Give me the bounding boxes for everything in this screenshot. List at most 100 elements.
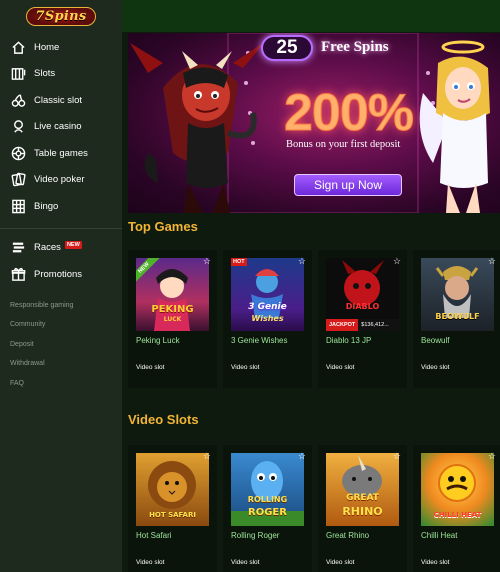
game-type: Video slot (326, 364, 355, 371)
favorite-star-icon[interactable]: ☆ (393, 256, 401, 267)
new-badge: NEW (64, 240, 82, 249)
link-community[interactable]: Community (0, 315, 122, 335)
nav-item-label: Home (34, 41, 60, 53)
game-thumbnail: PEKING LUCK NEW (136, 258, 209, 331)
favorite-star-icon[interactable]: ☆ (203, 451, 211, 462)
footer-links: Responsible gaming Community Deposit Wit… (0, 296, 122, 394)
game-type: Video slot (136, 559, 165, 566)
nav-item-bingo[interactable]: Bingo (0, 193, 122, 220)
nav-item-label: Classic slot (34, 94, 83, 106)
game-card[interactable]: CHILLI HEAT ☆ Chilli Heat Video slot (413, 445, 500, 572)
link-responsible-gaming[interactable]: Responsible gaming (0, 296, 122, 316)
link-deposit[interactable]: Deposit (0, 335, 122, 355)
promo-banner[interactable]: 25 Free Spins 200% Bonus on your first d… (128, 33, 500, 213)
game-type: Video slot (326, 559, 355, 566)
nav-item-live-casino[interactable]: Live casino (0, 114, 122, 141)
thumb-title: GREAT (346, 493, 379, 503)
secondary-nav: Races NEW Promotions (0, 235, 122, 288)
thumb-title: DIABLO (345, 302, 380, 311)
signup-button[interactable]: Sign up Now (294, 174, 402, 196)
favorite-star-icon[interactable]: ☆ (298, 451, 306, 462)
nav-item-label: Video poker (34, 174, 85, 186)
jackpot-bar: JACKPOT $136,412... (326, 319, 399, 331)
link-faq[interactable]: FAQ (0, 374, 122, 394)
home-icon (10, 39, 26, 55)
game-thumbnail: ROLLING ROGER (231, 453, 304, 526)
nav-item-label: Live casino (34, 121, 82, 133)
thumb-title: BEOWULF (435, 312, 480, 321)
favorite-star-icon[interactable]: ☆ (488, 451, 496, 462)
game-thumbnail: BEOWULF (421, 258, 494, 331)
game-title: Great Rhino (326, 531, 370, 540)
nav-item-promotions[interactable]: Promotions (0, 261, 122, 288)
bingo-card-icon (10, 198, 26, 214)
game-type: Video slot (421, 559, 450, 566)
jackpot-label: JACKPOT (326, 319, 359, 331)
free-spins-count: 25 (261, 35, 313, 61)
game-thumbnail: CHILLI HEAT (421, 453, 494, 526)
nav-item-label: Bingo (34, 200, 59, 212)
nav-item-races[interactable]: Races NEW (0, 235, 122, 262)
thumb-title: CHILLI HEAT (433, 511, 482, 519)
bonus-percent: 200% (284, 84, 415, 143)
nav-item-home[interactable]: Home (0, 34, 122, 61)
favorite-star-icon[interactable]: ☆ (393, 451, 401, 462)
thumb-subtitle: Wishes (251, 314, 284, 323)
game-card[interactable]: 3 Genie Wishes HOT ☆ 3 Genie Wishes Vide… (223, 250, 312, 388)
thumb-title: 3 Genie (248, 302, 287, 312)
sidebar-divider (0, 227, 122, 229)
section-title-video-slots: Video Slots (128, 412, 199, 427)
game-thumbnail: HOT SAFARI (136, 453, 209, 526)
favorite-star-icon[interactable]: ☆ (203, 256, 211, 267)
game-type: Video slot (231, 559, 260, 566)
game-type: Video slot (421, 364, 450, 371)
game-thumbnail: DIABLO JACKPOT $136,412... (326, 258, 399, 331)
thumb-subtitle: ROGER (248, 507, 287, 518)
nav-item-label: Table games (34, 147, 88, 159)
thumb-title: HOT SAFARI (149, 511, 196, 519)
favorite-star-icon[interactable]: ☆ (488, 256, 496, 267)
nav-item-video-poker[interactable]: Video poker (0, 167, 122, 194)
bonus-description: Bonus on your first deposit (286, 139, 401, 150)
game-card[interactable]: DIABLO JACKPOT $136,412... ☆ Diablo 13 J… (318, 250, 407, 388)
game-card[interactable]: HOT SAFARI ☆ Hot Safari Video slot (128, 445, 217, 572)
nav-item-slots[interactable]: Slots (0, 61, 122, 88)
nav-item-classic-slot[interactable]: Classic slot (0, 87, 122, 114)
free-spins-label: Free Spins (321, 39, 389, 55)
game-thumbnail: GREAT RHINO (326, 453, 399, 526)
video-slots-row: HOT SAFARI ☆ Hot Safari Video slot ROLLI… (128, 445, 500, 572)
game-title: Rolling Roger (231, 531, 280, 540)
game-title: Peking Luck (136, 336, 180, 345)
logo-text: 7Spins (26, 6, 96, 26)
game-title: Chilli Heat (421, 531, 458, 540)
game-card[interactable]: PEKING LUCK NEW ☆ Peking Luck Video slot (128, 250, 217, 388)
cards-icon (10, 172, 26, 188)
game-thumbnail: 3 Genie Wishes HOT (231, 258, 304, 331)
thumb-subtitle: RHINO (342, 505, 383, 518)
game-title: Beowulf (421, 336, 450, 345)
logo[interactable]: 7Spins (0, 0, 122, 32)
thumb-title: ROLLING (247, 495, 288, 504)
slots-icon (10, 66, 26, 82)
thumb-title: PEKING (151, 304, 194, 315)
nav-item-table-games[interactable]: Table games (0, 140, 122, 167)
link-withdrawal[interactable]: Withdrawal (0, 354, 122, 374)
races-icon (10, 240, 26, 256)
nav-item-label: Slots (34, 68, 56, 80)
nav-item-label: Races (34, 242, 61, 254)
angel-character (419, 40, 490, 213)
favorite-star-icon[interactable]: ☆ (298, 256, 306, 267)
game-title: Hot Safari (136, 531, 172, 540)
game-card[interactable]: GREAT RHINO ☆ Great Rhino Video slot (318, 445, 407, 572)
nav-item-label: Promotions (34, 268, 83, 280)
roulette-icon (10, 145, 26, 161)
top-games-row: PEKING LUCK NEW ☆ Peking Luck Video slot… (128, 250, 500, 388)
game-card[interactable]: ROLLING ROGER ☆ Rolling Roger Video slot (223, 445, 312, 572)
thumb-subtitle: LUCK (163, 316, 182, 323)
cherries-icon (10, 92, 26, 108)
game-card[interactable]: BEOWULF ☆ Beowulf Video slot (413, 250, 500, 388)
dealer-icon (10, 119, 26, 135)
sidebar: 7Spins Home Slots Classic slot Live casi… (0, 0, 122, 572)
jackpot-value: $136,412... (358, 319, 399, 331)
devil-character (130, 41, 266, 213)
